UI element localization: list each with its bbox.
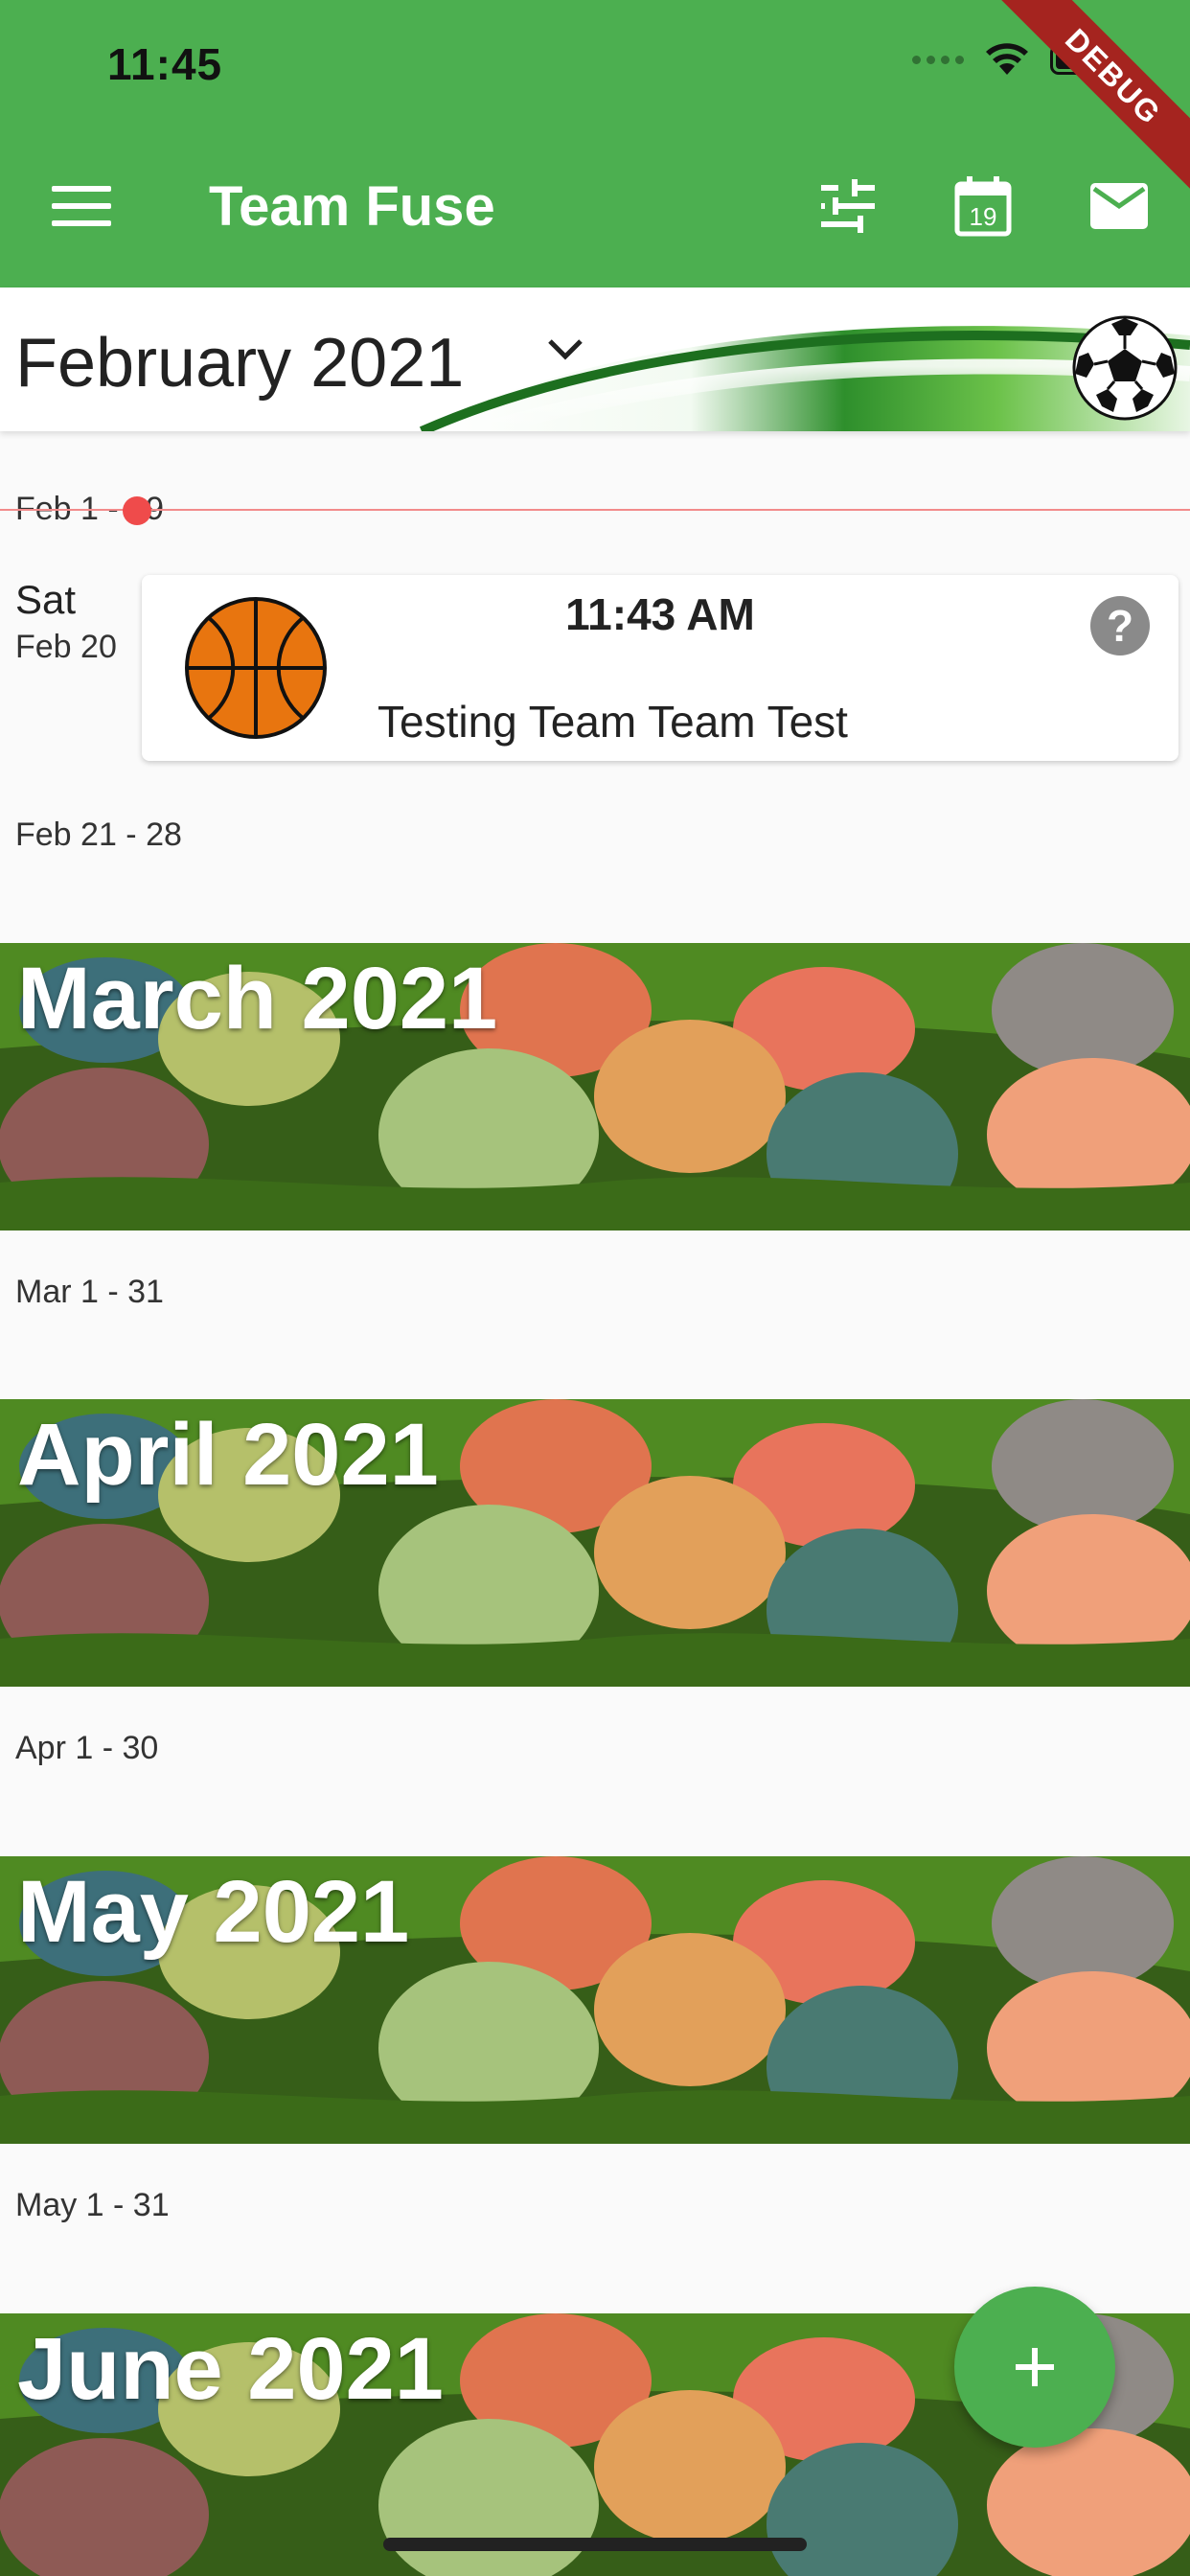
month-banner-april[interactable]: April 2021 — [0, 1399, 1190, 1687]
week-range-label: Feb 21 - 28 — [15, 816, 182, 853]
messages-button[interactable] — [1086, 172, 1153, 240]
soccer-ball-icon — [1072, 315, 1178, 421]
calendar-icon: 19 — [954, 176, 1012, 237]
attendance-unknown-icon[interactable]: ? — [1090, 596, 1150, 656]
month-title: March 2021 — [17, 950, 498, 1047]
current-time-line — [0, 509, 1190, 511]
month-title: April 2021 — [17, 1406, 439, 1504]
week-range-label: Apr 1 - 30 — [15, 1730, 159, 1766]
week-range-label: May 1 - 31 — [15, 2187, 170, 2223]
month-title: June 2021 — [17, 2320, 444, 2418]
menu-icon — [52, 186, 111, 192]
home-indicator[interactable] — [383, 2538, 807, 2551]
week-range-label: Mar 1 - 31 — [15, 1274, 164, 1310]
event-time: 11:43 AM — [565, 589, 755, 639]
status-time: 11:45 — [107, 39, 223, 89]
wifi-icon — [986, 43, 1028, 75]
month-header-february[interactable]: February 2021 — [0, 288, 1190, 431]
app-bar: 11:45 DEBUG Team Fuse 19 — [0, 0, 1190, 288]
current-month-title[interactable]: February 2021 — [15, 324, 464, 402]
filter-button[interactable] — [814, 172, 881, 240]
menu-button[interactable] — [48, 182, 115, 230]
month-banner-march[interactable]: March 2021 — [0, 943, 1190, 1230]
cellular-signal-icon — [912, 55, 964, 64]
event-card[interactable]: 11:43 AM Testing Team Team Test ? — [142, 575, 1179, 761]
calendar-day-number: 19 — [970, 202, 997, 231]
event-day-date: Feb 20 — [15, 629, 117, 665]
tune-icon — [821, 179, 875, 233]
event-day-name: Sat — [15, 577, 77, 622]
plus-icon — [1016, 2348, 1054, 2386]
app-title: Team Fuse — [209, 175, 495, 238]
add-event-button[interactable] — [954, 2287, 1115, 2448]
month-title: May 2021 — [17, 1863, 410, 1961]
mail-icon — [1090, 183, 1148, 229]
current-time-dot — [123, 496, 151, 525]
debug-banner: DEBUG — [994, 0, 1190, 196]
month-banner-may[interactable]: May 2021 — [0, 1856, 1190, 2144]
chevron-down-icon[interactable] — [546, 335, 584, 364]
event-title: Testing Team Team Test — [378, 697, 848, 747]
calendar-today-button[interactable]: 19 — [950, 172, 1017, 240]
